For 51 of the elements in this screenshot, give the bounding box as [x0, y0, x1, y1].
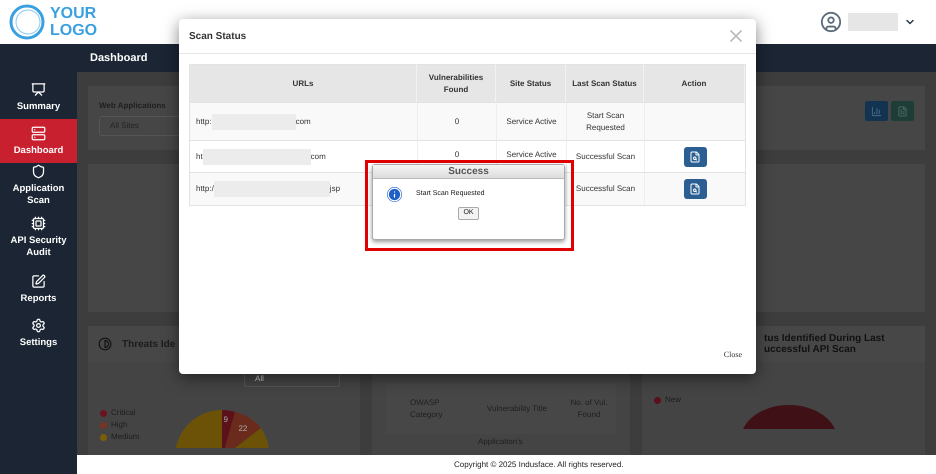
page-title: Dashboard — [90, 50, 148, 66]
url-text: jsp — [330, 183, 340, 195]
sidebar-label: Application Scan — [12, 182, 66, 206]
sidebar-item[interactable]: Dashboard — [0, 119, 77, 163]
sidebar-label: API Security Audit — [10, 234, 68, 258]
table-cell-text: Start Scan Requested — [585, 110, 626, 134]
logo-text: LOGO — [50, 22, 98, 39]
url-text: http:/ — [196, 183, 214, 195]
table-cell: 0 — [454, 116, 460, 128]
view-report-button[interactable] — [684, 179, 706, 199]
table-cell: Service Active — [506, 149, 557, 161]
info-icon — [387, 187, 402, 202]
presentation-icon — [31, 82, 46, 96]
sidebar-label: Summary — [16, 100, 60, 112]
view-report-button[interactable] — [684, 146, 706, 166]
table-cell: Successful Scan — [576, 183, 636, 195]
modal-title: Scan Status — [189, 30, 246, 44]
sidebar-item[interactable]: Summary — [0, 75, 77, 119]
close-button[interactable]: Close — [724, 349, 742, 361]
logo-ring-icon — [8, 3, 46, 41]
logo-text: YOUR — [50, 5, 98, 22]
document-icon — [897, 106, 908, 116]
table-cell: Successful Scan — [576, 150, 636, 162]
table-cell: 0 — [454, 149, 460, 161]
dialog-title: Success — [448, 165, 489, 179]
sidebar-label: Dashboard — [14, 144, 64, 156]
contrast-icon — [98, 337, 112, 351]
chip-icon — [31, 216, 46, 230]
pie-value-label: 9 — [223, 414, 228, 426]
pie-value-label: 22 — [238, 423, 248, 435]
sidebar-item[interactable]: API Security Audit — [0, 207, 77, 267]
redacted-name-block — [848, 13, 898, 31]
server-icon — [31, 126, 46, 140]
sidebar-item[interactable]: Settings — [0, 311, 77, 355]
file-search-icon — [689, 150, 701, 162]
settings-icon — [31, 318, 46, 332]
file-search-icon — [689, 183, 701, 195]
sidebar-label: Settings — [20, 336, 58, 348]
pen-square-icon — [31, 274, 46, 288]
url-text: ht — [196, 150, 203, 162]
sidebar-label: Reports — [20, 292, 56, 304]
avatar-icon[interactable] — [820, 11, 842, 33]
copyright-text: Copyright © 2025 Indusface. All rights reserved. — [454, 458, 624, 470]
chart-icon — [871, 106, 882, 116]
url-text: http: — [196, 116, 212, 128]
url-text: com — [296, 116, 311, 128]
shield-icon — [31, 164, 46, 178]
url-text: com — [310, 150, 326, 162]
table-cell: Service Active — [506, 116, 557, 128]
sidebar-item[interactable]: Application Scan — [0, 163, 77, 207]
sidebar-item[interactable]: Reports — [0, 267, 77, 311]
